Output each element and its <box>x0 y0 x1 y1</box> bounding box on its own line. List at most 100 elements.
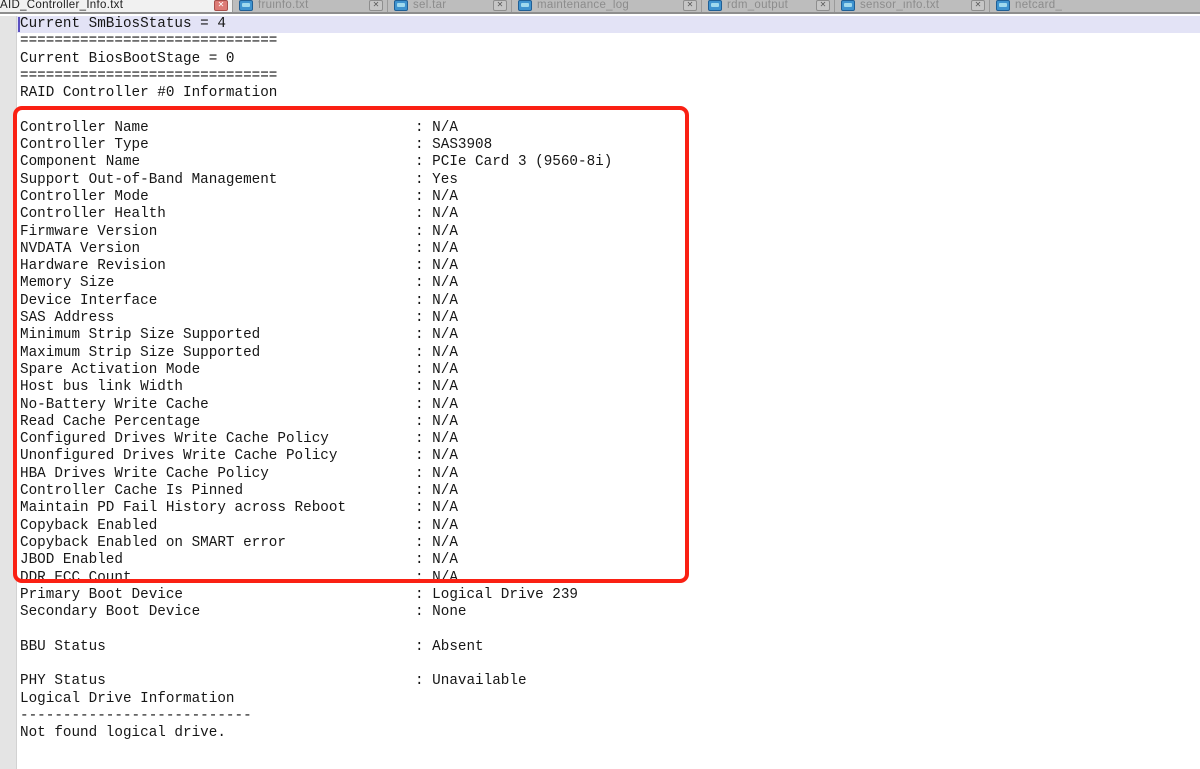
property-label: Hardware Revision <box>20 258 415 275</box>
editor-line: Controller Cache Is Pinned: N/A <box>17 483 1200 500</box>
editor-line: Maximum Strip Size Supported: N/A <box>17 345 1200 362</box>
property-value: : Yes <box>415 172 458 189</box>
editor-line: Maintain PD Fail History across Reboot: … <box>17 500 1200 517</box>
tab-sel-tar[interactable]: sel.tar ✕ <box>387 0 511 13</box>
tab-raid-controller-info[interactable]: AID_Controller_Info.txt ✕ <box>0 0 232 13</box>
property-value: : N/A <box>415 258 458 275</box>
close-icon[interactable]: ✕ <box>493 0 507 11</box>
editor-line: Controller Health: N/A <box>17 206 1200 223</box>
property-value: : N/A <box>415 448 458 465</box>
editor-line: Current BiosBootStage = 0 <box>17 51 1200 68</box>
property-label: Controller Name <box>20 120 415 137</box>
editor-line: Component Name: PCIe Card 3 (9560-8i) <box>17 154 1200 171</box>
editor-line: Copyback Enabled on SMART error: N/A <box>17 535 1200 552</box>
property-label: Copyback Enabled on SMART error <box>20 535 415 552</box>
property-label: Host bus link Width <box>20 379 415 396</box>
editor-line: Primary Boot Device: Logical Drive 239 <box>17 587 1200 604</box>
editor-line: ============================== <box>17 33 1200 50</box>
property-value: : N/A <box>415 310 458 327</box>
tab-fruinfo[interactable]: fruinfo.txt ✕ <box>232 0 387 13</box>
property-value: : N/A <box>415 552 458 569</box>
editor-line: Support Out-of-Band Management: Yes <box>17 172 1200 189</box>
editor-line: PHY Status: Unavailable <box>17 673 1200 690</box>
property-label: Secondary Boot Device <box>20 604 415 621</box>
property-value: : N/A <box>415 275 458 292</box>
property-label: HBA Drives Write Cache Policy <box>20 466 415 483</box>
editor-line: Secondary Boot Device: None <box>17 604 1200 621</box>
property-value: : Absent <box>415 639 484 656</box>
close-icon[interactable]: ✕ <box>369 0 383 11</box>
property-label: PHY Status <box>20 673 415 690</box>
editor-line: JBOD Enabled: N/A <box>17 552 1200 569</box>
editor-line: Controller Type: SAS3908 <box>17 137 1200 154</box>
property-value: : N/A <box>415 241 458 258</box>
editor-line: HBA Drives Write Cache Policy: N/A <box>17 466 1200 483</box>
property-value: : N/A <box>415 570 458 587</box>
editor-line: Minimum Strip Size Supported: N/A <box>17 327 1200 344</box>
editor-line: RAID Controller #0 Information <box>17 85 1200 102</box>
property-value: : SAS3908 <box>415 137 492 154</box>
editor-line: Host bus link Width: N/A <box>17 379 1200 396</box>
property-label: Copyback Enabled <box>20 518 415 535</box>
editor-line: Not found logical drive. <box>17 725 1200 742</box>
property-label: Unonfigured Drives Write Cache Policy <box>20 448 415 465</box>
property-value: : PCIe Card 3 (9560-8i) <box>415 154 612 171</box>
editor-line: NVDATA Version: N/A <box>17 241 1200 258</box>
property-value: : Unavailable <box>415 673 527 690</box>
file-icon <box>239 0 253 11</box>
text-caret <box>18 17 20 32</box>
editor-line <box>17 656 1200 673</box>
property-value: : N/A <box>415 518 458 535</box>
tab-title: sensor_info.txt <box>860 0 939 11</box>
property-value: : N/A <box>415 327 458 344</box>
editor-line: Device Interface: N/A <box>17 293 1200 310</box>
tab-rdm-output[interactable]: rdm_output ✕ <box>701 0 834 13</box>
property-value: : N/A <box>415 483 458 500</box>
close-icon[interactable]: ✕ <box>214 0 228 11</box>
property-value: : N/A <box>415 120 458 137</box>
property-label: BBU Status <box>20 639 415 656</box>
property-label: Maintain PD Fail History across Reboot <box>20 500 415 517</box>
property-value: : N/A <box>415 224 458 241</box>
editor-content: Current SmBiosStatus = 4================… <box>17 16 1200 769</box>
file-icon <box>518 0 532 11</box>
property-value: : None <box>415 604 466 621</box>
editor-line <box>17 621 1200 638</box>
editor-line: No-Battery Write Cache: N/A <box>17 397 1200 414</box>
property-label: DDR ECC Count <box>20 570 415 587</box>
tab-title: sel.tar <box>413 0 446 11</box>
editor-line: Copyback Enabled: N/A <box>17 518 1200 535</box>
editor-line: BBU Status: Absent <box>17 639 1200 656</box>
editor-line: SAS Address: N/A <box>17 310 1200 327</box>
tab-title: netcard_ <box>1015 0 1062 11</box>
close-icon[interactable]: ✕ <box>971 0 985 11</box>
tab-maintenance-log[interactable]: maintenance_log ✕ <box>511 0 701 13</box>
property-label: Controller Type <box>20 137 415 154</box>
tab-title: maintenance_log <box>537 0 629 11</box>
property-label: Minimum Strip Size Supported <box>20 327 415 344</box>
property-label: Maximum Strip Size Supported <box>20 345 415 362</box>
file-icon <box>394 0 408 11</box>
property-value: : N/A <box>415 206 458 223</box>
text-editor[interactable]: Current SmBiosStatus = 4================… <box>0 16 1200 769</box>
file-icon <box>996 0 1010 11</box>
property-label: NVDATA Version <box>20 241 415 258</box>
property-value: : Logical Drive 239 <box>415 587 578 604</box>
property-value: : N/A <box>415 189 458 206</box>
property-label: Controller Cache Is Pinned <box>20 483 415 500</box>
property-value: : N/A <box>415 293 458 310</box>
editor-line: Controller Mode: N/A <box>17 189 1200 206</box>
property-value: : N/A <box>415 431 458 448</box>
close-icon[interactable]: ✕ <box>816 0 830 11</box>
property-value: : N/A <box>415 414 458 431</box>
editor-margin <box>0 16 17 769</box>
property-label: No-Battery Write Cache <box>20 397 415 414</box>
property-value: : N/A <box>415 535 458 552</box>
property-label: JBOD Enabled <box>20 552 415 569</box>
property-label: Memory Size <box>20 275 415 292</box>
close-icon[interactable]: ✕ <box>683 0 697 11</box>
tab-sensor-info[interactable]: sensor_info.txt ✕ <box>834 0 989 13</box>
editor-line: --------------------------- <box>17 708 1200 725</box>
editor-line: Unonfigured Drives Write Cache Policy: N… <box>17 448 1200 465</box>
tab-netcard[interactable]: netcard_ <box>989 0 1199 13</box>
